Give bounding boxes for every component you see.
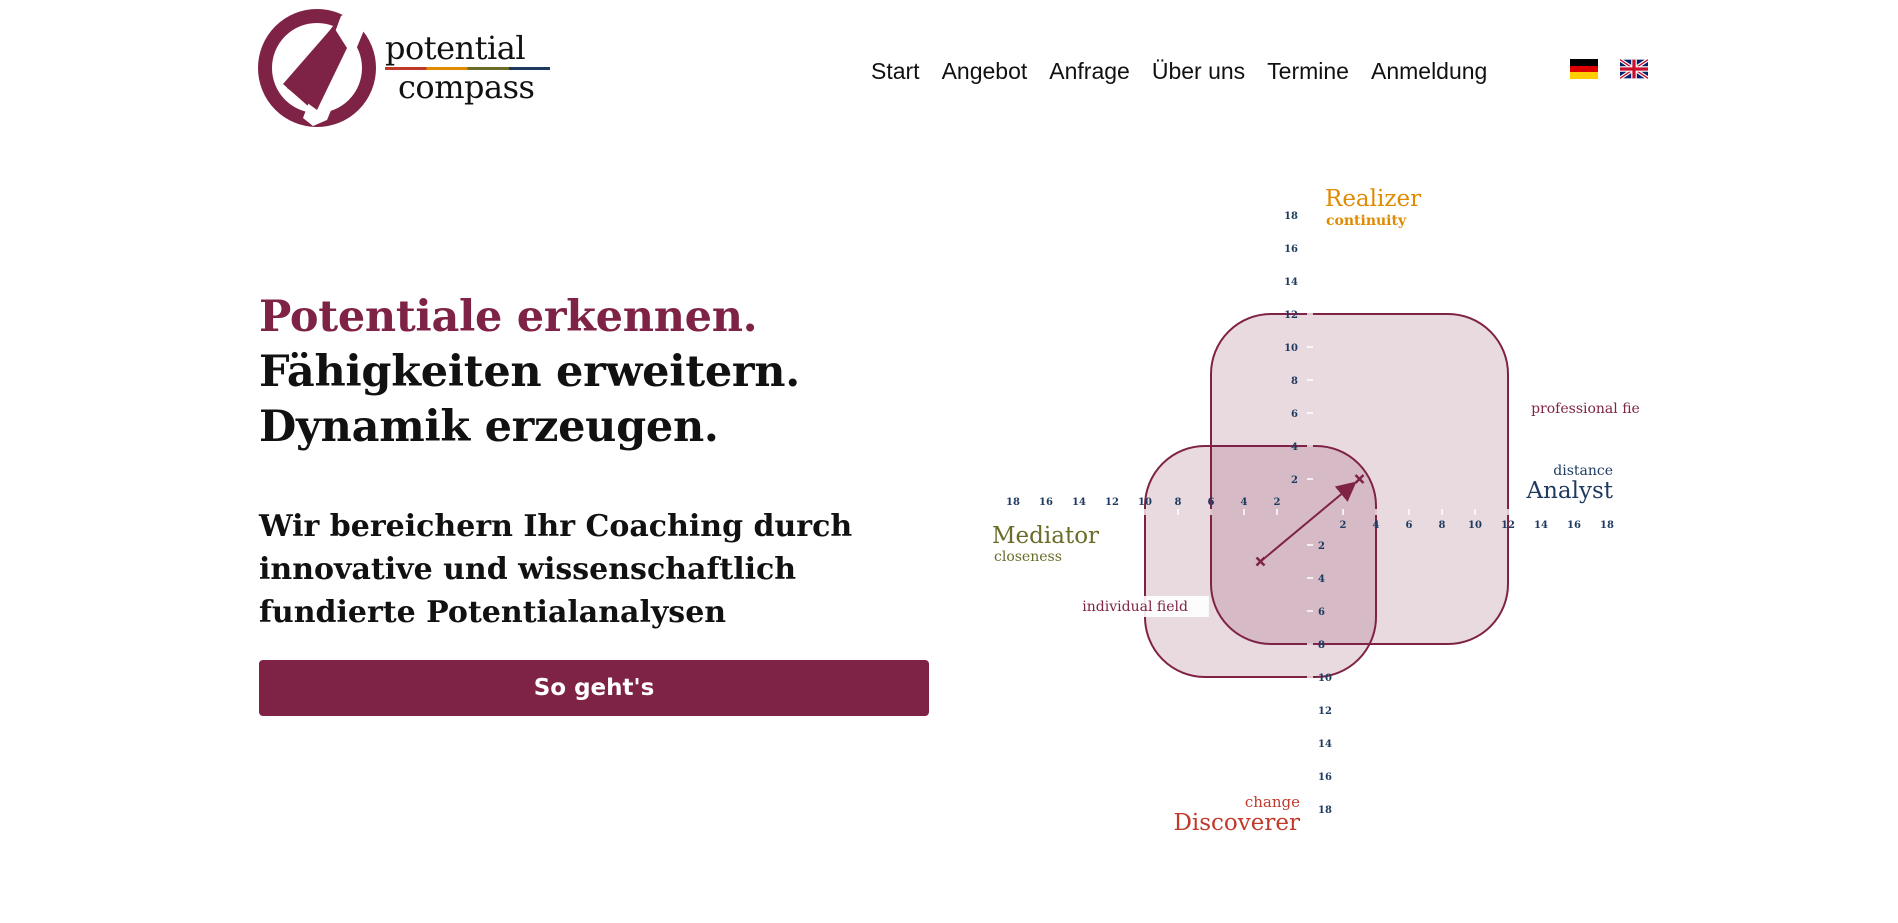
svg-text:distance: distance <box>1553 463 1613 479</box>
tick-label: 2 <box>1340 520 1347 531</box>
compass-logo-icon <box>258 8 376 127</box>
nav-anmeldung[interactable]: Anmeldung <box>1371 58 1487 85</box>
tick-label: 6 <box>1318 607 1325 618</box>
headline-line-1: Potentiale erkennen. <box>259 292 758 342</box>
brand-line1: potential <box>385 29 526 67</box>
professional-field-label: professional field <box>1526 398 1640 419</box>
tick-label: 12 <box>1284 310 1298 321</box>
tick-label: 10 <box>1284 343 1298 354</box>
realizer-axis-label: Realizercontinuity <box>1325 186 1421 229</box>
tick-label: 14 <box>1284 277 1298 288</box>
brand-wordmark: potential compass <box>385 29 550 106</box>
brand-line2: compass <box>398 68 535 106</box>
tick-label: 6 <box>1406 520 1413 531</box>
tick-label: 2 <box>1318 541 1325 552</box>
tick-label: 4 <box>1291 442 1298 453</box>
tick-label: 8 <box>1439 520 1446 531</box>
tick-label: 8 <box>1318 640 1325 651</box>
tick-label: 4 <box>1373 520 1380 531</box>
tick-label: 14 <box>1534 520 1548 531</box>
nav-start[interactable]: Start <box>871 58 920 85</box>
tick-label: 2 <box>1274 497 1281 508</box>
tick-label: 14 <box>1072 497 1086 508</box>
tick-label: 4 <box>1241 497 1248 508</box>
brand-logo[interactable]: potential compass <box>257 8 557 128</box>
hero-section: Potentiale erkennen. Fähigkeiten erweite… <box>259 290 959 634</box>
analyst-axis-label: distanceAnalyst <box>1525 463 1613 504</box>
tick-label: 6 <box>1208 497 1215 508</box>
svg-text:Realizer: Realizer <box>1325 186 1421 212</box>
svg-text:continuity: continuity <box>1326 213 1407 229</box>
svg-text:change: change <box>1245 793 1300 811</box>
mediator-axis-label: Mediatorcloseness <box>992 523 1099 565</box>
svg-text:Discoverer: Discoverer <box>1173 810 1300 836</box>
tick-label: 10 <box>1138 497 1152 508</box>
tick-label: 16 <box>1567 520 1581 531</box>
tick-label: 2 <box>1291 475 1298 486</box>
svg-text:Analyst: Analyst <box>1525 478 1613 504</box>
tick-label: 6 <box>1291 409 1298 420</box>
headline-line-3: Dynamik erzeugen. <box>259 402 719 452</box>
nav-anfrage[interactable]: Anfrage <box>1049 58 1130 85</box>
tick-label: 18 <box>1006 497 1020 508</box>
nav-angebot[interactable]: Angebot <box>942 58 1028 85</box>
tick-label: 16 <box>1039 497 1053 508</box>
tick-label: 18 <box>1600 520 1614 531</box>
tick-label: 12 <box>1105 497 1119 508</box>
tick-label: 12 <box>1318 706 1332 717</box>
uk-flag-icon[interactable] <box>1618 58 1650 80</box>
tick-label: 16 <box>1284 244 1298 255</box>
svg-text:individual field: individual field <box>1082 599 1188 615</box>
svg-text:Mediator: Mediator <box>992 523 1099 549</box>
headline-line-2: Fähigkeiten erweitern. <box>259 347 800 397</box>
tick-label: 8 <box>1291 376 1298 387</box>
nav-ueber-uns[interactable]: Über uns <box>1152 58 1245 85</box>
tick-label: 10 <box>1318 673 1332 684</box>
tick-label: 14 <box>1318 739 1332 750</box>
tick-label: 12 <box>1501 520 1515 531</box>
potential-compass-chart: 2222444466668888101010101212121214141414… <box>980 182 1640 842</box>
tick-label: 18 <box>1318 805 1332 816</box>
tick-label: 4 <box>1318 574 1325 585</box>
tick-label: 10 <box>1468 520 1482 531</box>
tick-label: 8 <box>1175 497 1182 508</box>
svg-text:closeness: closeness <box>994 549 1062 565</box>
tick-label: 16 <box>1318 772 1332 783</box>
hero-headline: Potentiale erkennen. Fähigkeiten erweite… <box>259 290 959 455</box>
hero-subtext: Wir bereichern Ihr Coaching durch innova… <box>259 509 853 630</box>
nav-termine[interactable]: Termine <box>1267 58 1349 85</box>
main-nav: Start Angebot Anfrage Über uns Termine A… <box>871 58 1509 85</box>
how-it-works-button[interactable]: So geht's <box>259 660 929 716</box>
svg-text:professional field: professional field <box>1531 401 1640 417</box>
discoverer-axis-label: changeDiscoverer <box>1173 793 1300 836</box>
tick-label: 18 <box>1284 211 1298 222</box>
individual-field-label: individual field <box>1077 596 1209 617</box>
german-flag-icon[interactable] <box>1570 59 1598 79</box>
